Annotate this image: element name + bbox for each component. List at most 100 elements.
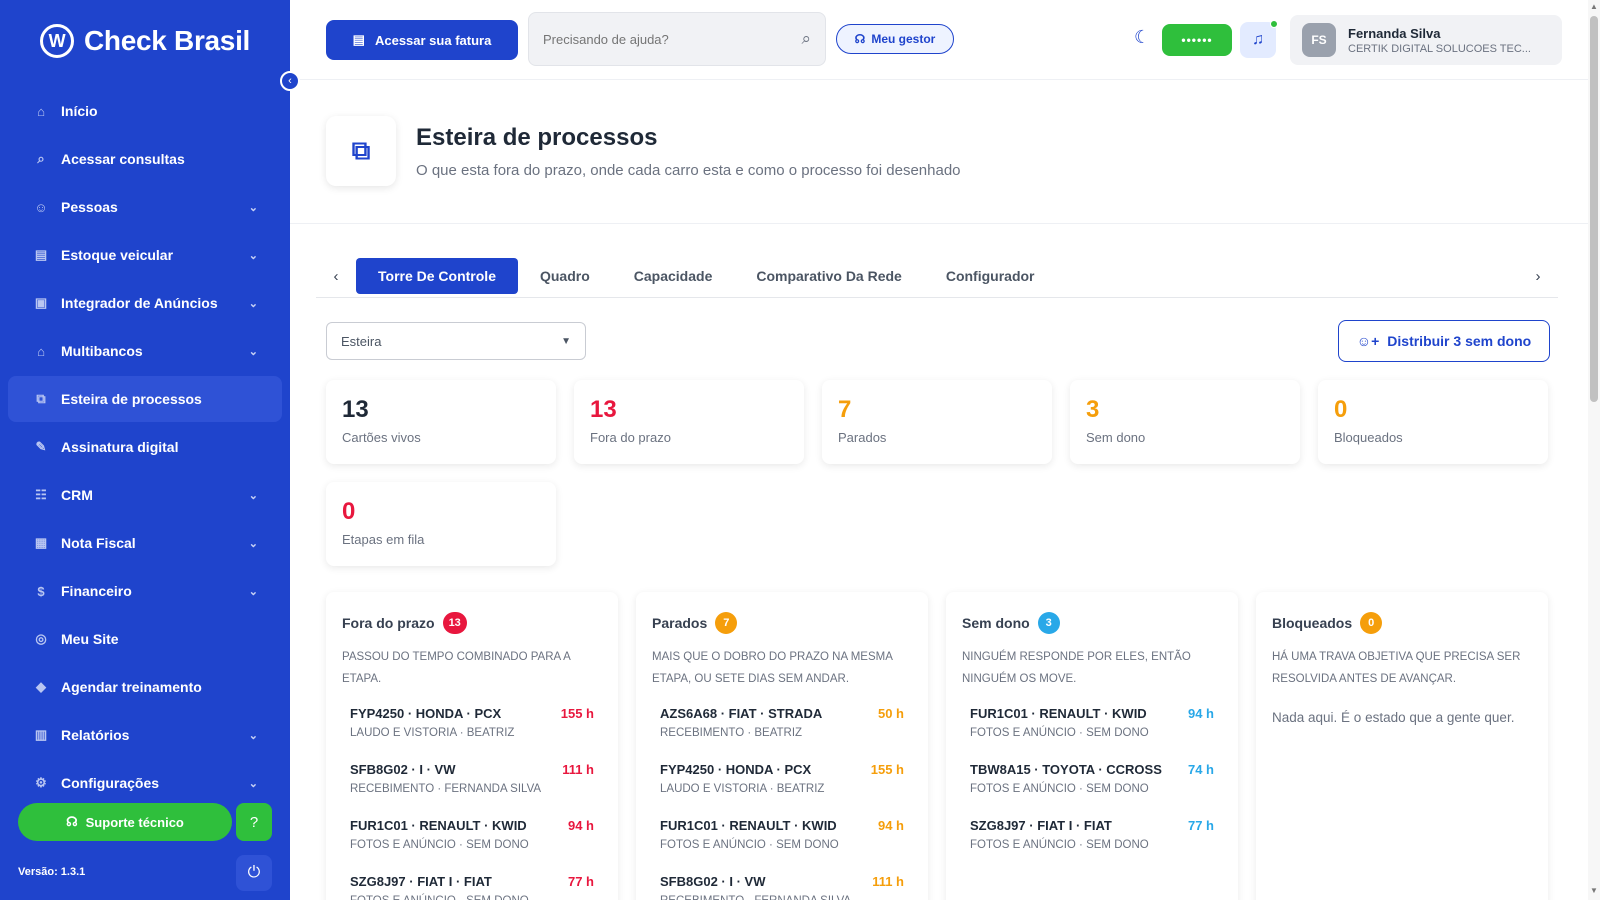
sidebar-item[interactable]: ⌂ Início (8, 88, 282, 134)
column-description: Mais que o dobro do prazo na mesma etapa… (652, 651, 893, 685)
brand-logo[interactable]: W Check Brasil (40, 24, 250, 58)
sidebar-item[interactable]: ▦ Nota Fiscal ⌄ (8, 520, 282, 566)
status-column: Sem dono 3 Ninguém responde por eles, entã… (946, 592, 1238, 900)
tabs-next-button[interactable]: › (1518, 258, 1558, 294)
card-list: FYP4250 · HONDA · PCX LAUDO E VISTORIA · … (342, 706, 602, 900)
column-header: Parados 7 (652, 612, 912, 634)
sidebar-item[interactable]: ☷ CRM ⌄ (8, 472, 282, 518)
sidebar-item[interactable]: ⚙ Configurações ⌄ (8, 760, 282, 806)
page-header: ⧉ Esteira de processos O que esta fora d… (290, 80, 1588, 224)
column-title: Fora do prazo (342, 615, 435, 631)
moon-icon[interactable]: ☾ (1134, 27, 1150, 48)
scroll-up-icon[interactable]: ▲ (1588, 2, 1600, 11)
tab[interactable]: Capacidade (612, 258, 735, 294)
tab[interactable]: Comparativo Da Rede (734, 258, 923, 294)
sidebar-item-label: Assinatura digital (61, 439, 179, 455)
logout-button[interactable]: ⏻ (236, 855, 272, 891)
sidebar-item[interactable]: ▤ Estoque veicular ⌄ (8, 232, 282, 278)
card-info: FUR1C01 · RENAULT · KWID FOTOS E ANÚNCIO … (350, 818, 529, 874)
tab[interactable]: Configurador (924, 258, 1057, 294)
card-title: FUR1C01 · RENAULT · KWID (660, 818, 837, 833)
help-button[interactable]: ? (236, 803, 272, 841)
sidebar-item[interactable]: ⧉ Esteira de processos (8, 376, 282, 422)
list-item[interactable]: FYP4250 · HONDA · PCX LAUDO E VISTORIA · … (652, 762, 912, 818)
notifications-button[interactable]: ♫ (1240, 20, 1278, 58)
card-info: FYP4250 · HONDA · PCX LAUDO E VISTORIA · … (660, 762, 824, 818)
list-item[interactable]: SZG8J97 · FIAT I · FIAT FOTOS E ANÚNCIO ·… (962, 818, 1222, 874)
user-menu[interactable]: FS Fernanda Silva CERTIK DIGITAL SOLUCOE… (1290, 15, 1562, 65)
card-hours: 155 h (870, 762, 904, 777)
kpi-value: 3 (1086, 396, 1100, 423)
pipeline-select[interactable]: Esteira ▼ (326, 322, 586, 360)
card-hours: 77 h (1187, 818, 1214, 833)
finance-icon: $ (37, 583, 45, 599)
card-subtitle: FOTOS E ANÚNCIO · SEM DONO (350, 895, 529, 900)
card-hours: 94 h (1187, 706, 1214, 721)
column-description: Há uma trava objetiva que precisa ser re… (1272, 651, 1521, 685)
help-search: ⌕ (528, 12, 826, 66)
tab[interactable]: Torre De Controle (356, 258, 518, 294)
card-hours: 94 h (567, 818, 594, 833)
list-item[interactable]: FUR1C01 · RENAULT · KWID FOTOS E ANÚNCIO … (652, 818, 912, 874)
column-title: Sem dono (962, 615, 1030, 631)
distribute-label: Distribuir 3 sem dono (1387, 333, 1532, 349)
headset-icon: ☊ (66, 814, 78, 829)
sidebar-item[interactable]: ▣ Integrador de Anúncios ⌄ (8, 280, 282, 326)
distribute-unowned-button[interactable]: ☺+ Distribuir 3 sem dono (1338, 320, 1550, 362)
list-item[interactable]: TBW8A15 · TOYOTA · CCROSS FOTOS E ANÚNCIO… (962, 762, 1222, 818)
training-icon: ◆ (36, 679, 46, 694)
card-info: TBW8A15 · TOYOTA · CCROSS FOTOS E ANÚNCIO… (970, 762, 1162, 818)
chevron-down-icon: ⌄ (248, 345, 258, 358)
sidebar-item[interactable]: ⌕ Acessar consultas (8, 136, 282, 182)
tabs-prev-button[interactable]: ‹ (316, 258, 356, 294)
card-title: AZS6A68 · FIAT · STRADA (660, 706, 823, 721)
list-item[interactable]: AZS6A68 · FIAT · STRADA RECEBIMENTO · BEA… (652, 706, 912, 762)
card-title: FYP4250 · HONDA · PCX (660, 762, 812, 777)
sidebar-nav: ⌂ Início ⌕ Acessar consultas ☺ Pessoas ⌄ ▤ Estoq… (8, 88, 282, 808)
kpi-label: Bloqueados (1334, 430, 1403, 445)
sidebar-item[interactable]: ▥ Relatórios ⌄ (8, 712, 282, 758)
collapse-sidebar-button[interactable]: ‹ (280, 71, 300, 91)
sidebar-item-label: Integrador de Anúncios (61, 295, 218, 311)
headset-icon: ☊ (854, 32, 866, 46)
invoice-icon: ▦ (34, 535, 48, 550)
sidebar-item-label: Financeiro (61, 583, 132, 599)
status-column: Bloqueados 0 Há uma trava objetiva que pre… (1256, 592, 1548, 900)
chevron-right-icon: › (1535, 267, 1541, 285)
sidebar-item-label: Meu Site (61, 631, 119, 647)
invoice-button[interactable]: ▤ Acessar sua fatura (326, 20, 518, 60)
column-description: Passou do tempo combinado para a etapa. (342, 651, 571, 685)
list-item[interactable]: SFB8G02 · I · VW RECEBIMENTO · FERNANDA S… (652, 874, 912, 900)
sidebar-item[interactable]: ◆ Agendar treinamento (8, 664, 282, 710)
power-icon: ⏻ (247, 864, 261, 881)
list-item[interactable]: FUR1C01 · RENAULT · KWID FOTOS E ANÚNCIO … (342, 818, 602, 874)
sidebar-item[interactable]: ☺ Pessoas ⌄ (8, 184, 282, 230)
list-item[interactable]: SFB8G02 · I · VW RECEBIMENTO · FERNANDA S… (342, 762, 602, 818)
list-item[interactable]: FYP4250 · HONDA · PCX LAUDO E VISTORIA · … (342, 706, 602, 762)
home-icon: ⌂ (37, 103, 45, 119)
column-title: Bloqueados (1272, 615, 1353, 631)
page-scrollbar[interactable]: ▲ ▼ (1588, 0, 1600, 900)
kpi-label: Parados (838, 430, 887, 445)
sidebar-item[interactable]: $ Financeiro ⌄ (8, 568, 282, 614)
tab[interactable]: Quadro (518, 258, 612, 294)
card-info: FYP4250 · HONDA · PCX LAUDO E VISTORIA · … (350, 706, 514, 762)
sidebar-item[interactable]: ✎ Assinatura digital (8, 424, 282, 470)
scroll-thumb[interactable] (1590, 16, 1598, 402)
sidebar-item[interactable]: ◎ Meu Site (8, 616, 282, 662)
search-icon[interactable]: ⌕ (801, 29, 811, 49)
card-title: SZG8J97 · FIAT I · FIAT (350, 874, 492, 889)
column-header: Bloqueados 0 (1272, 612, 1532, 634)
scroll-down-icon[interactable]: ▼ (1588, 886, 1600, 895)
support-button[interactable]: ☊ Suporte técnico (18, 803, 232, 841)
sidebar-item-label: CRM (61, 487, 93, 503)
sidebar-item[interactable]: ⌂ Multibancos ⌄ (8, 328, 282, 374)
help-search-input[interactable] (543, 31, 802, 47)
kpi-card: 13 Fora do prazo (574, 380, 804, 464)
list-item[interactable]: FUR1C01 · RENAULT · KWID FOTOS E ANÚNCIO … (962, 706, 1222, 762)
list-item[interactable]: SZG8J97 · FIAT I · FIAT FOTOS E ANÚNCIO ·… (342, 874, 602, 900)
question-icon: ? (249, 813, 259, 831)
manager-button[interactable]: ☊ Meu gestor (836, 24, 954, 54)
search-icon: ⌕ (37, 151, 45, 166)
masked-balance-button[interactable]: •••••• (1162, 24, 1232, 56)
